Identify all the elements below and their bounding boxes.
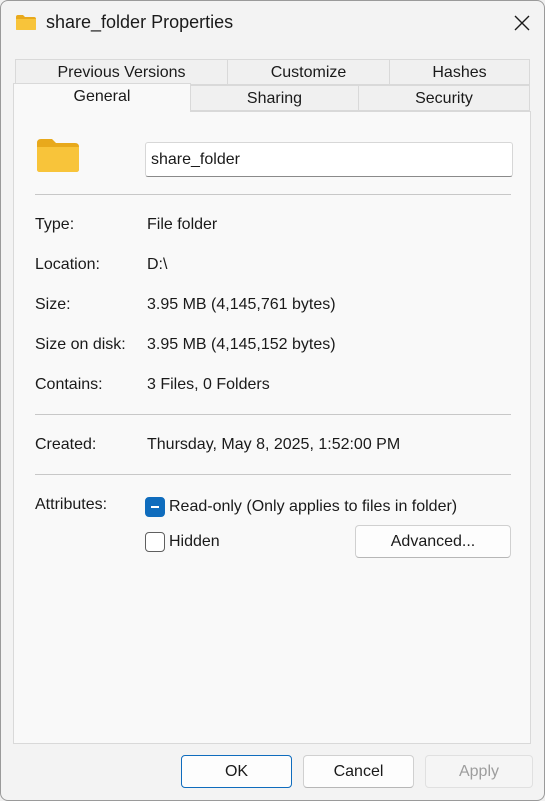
tab-hashes[interactable]: Hashes xyxy=(389,59,530,85)
readonly-checkbox[interactable] xyxy=(145,497,165,517)
hidden-checkbox[interactable] xyxy=(145,532,165,552)
separator xyxy=(35,414,511,415)
size-value: 3.95 MB (4,145,761 bytes) xyxy=(147,296,336,313)
contains-value: 3 Files, 0 Folders xyxy=(147,376,270,393)
tab-sharing[interactable]: Sharing xyxy=(190,85,359,111)
location-value: D:\ xyxy=(147,256,168,273)
created-label: Created: xyxy=(35,436,97,453)
tab-strip: Previous Versions Customize Hashes Gener… xyxy=(13,59,530,112)
tab-security[interactable]: Security xyxy=(358,85,530,111)
cancel-button[interactable]: Cancel xyxy=(303,755,414,788)
close-button[interactable] xyxy=(500,1,544,45)
close-icon xyxy=(514,15,530,31)
separator xyxy=(35,474,511,475)
ok-button[interactable]: OK xyxy=(181,755,292,788)
folder-icon xyxy=(16,15,36,30)
general-panel: Type: File folder Location: D:\ Size: 3.… xyxy=(13,111,531,744)
separator xyxy=(35,194,511,195)
created-value: Thursday, May 8, 2025, 1:52:00 PM xyxy=(147,436,401,453)
tab-customize[interactable]: Customize xyxy=(227,59,390,85)
advanced-button[interactable]: Advanced... xyxy=(355,525,511,558)
readonly-label[interactable]: Read-only (Only applies to files in fold… xyxy=(169,498,457,516)
window-title: share_folder Properties xyxy=(46,12,234,32)
folder-icon xyxy=(37,139,79,172)
folder-name-field[interactable] xyxy=(145,142,513,177)
size-on-disk-label: Size on disk: xyxy=(35,336,126,353)
apply-button[interactable]: Apply xyxy=(425,755,533,788)
size-on-disk-value: 3.95 MB (4,145,152 bytes) xyxy=(147,336,336,353)
properties-dialog: share_folder Properties Previous Version… xyxy=(0,0,545,801)
tab-general[interactable]: General xyxy=(13,83,191,112)
title-bar: share_folder Properties xyxy=(1,1,544,45)
size-label: Size: xyxy=(35,296,71,313)
tab-previous-versions[interactable]: Previous Versions xyxy=(15,59,228,85)
attributes-label: Attributes: xyxy=(35,496,108,513)
contains-label: Contains: xyxy=(35,376,103,393)
location-label: Location: xyxy=(35,256,100,273)
hidden-label[interactable]: Hidden xyxy=(169,533,220,551)
type-label: Type: xyxy=(35,216,75,233)
type-value: File folder xyxy=(147,216,218,233)
